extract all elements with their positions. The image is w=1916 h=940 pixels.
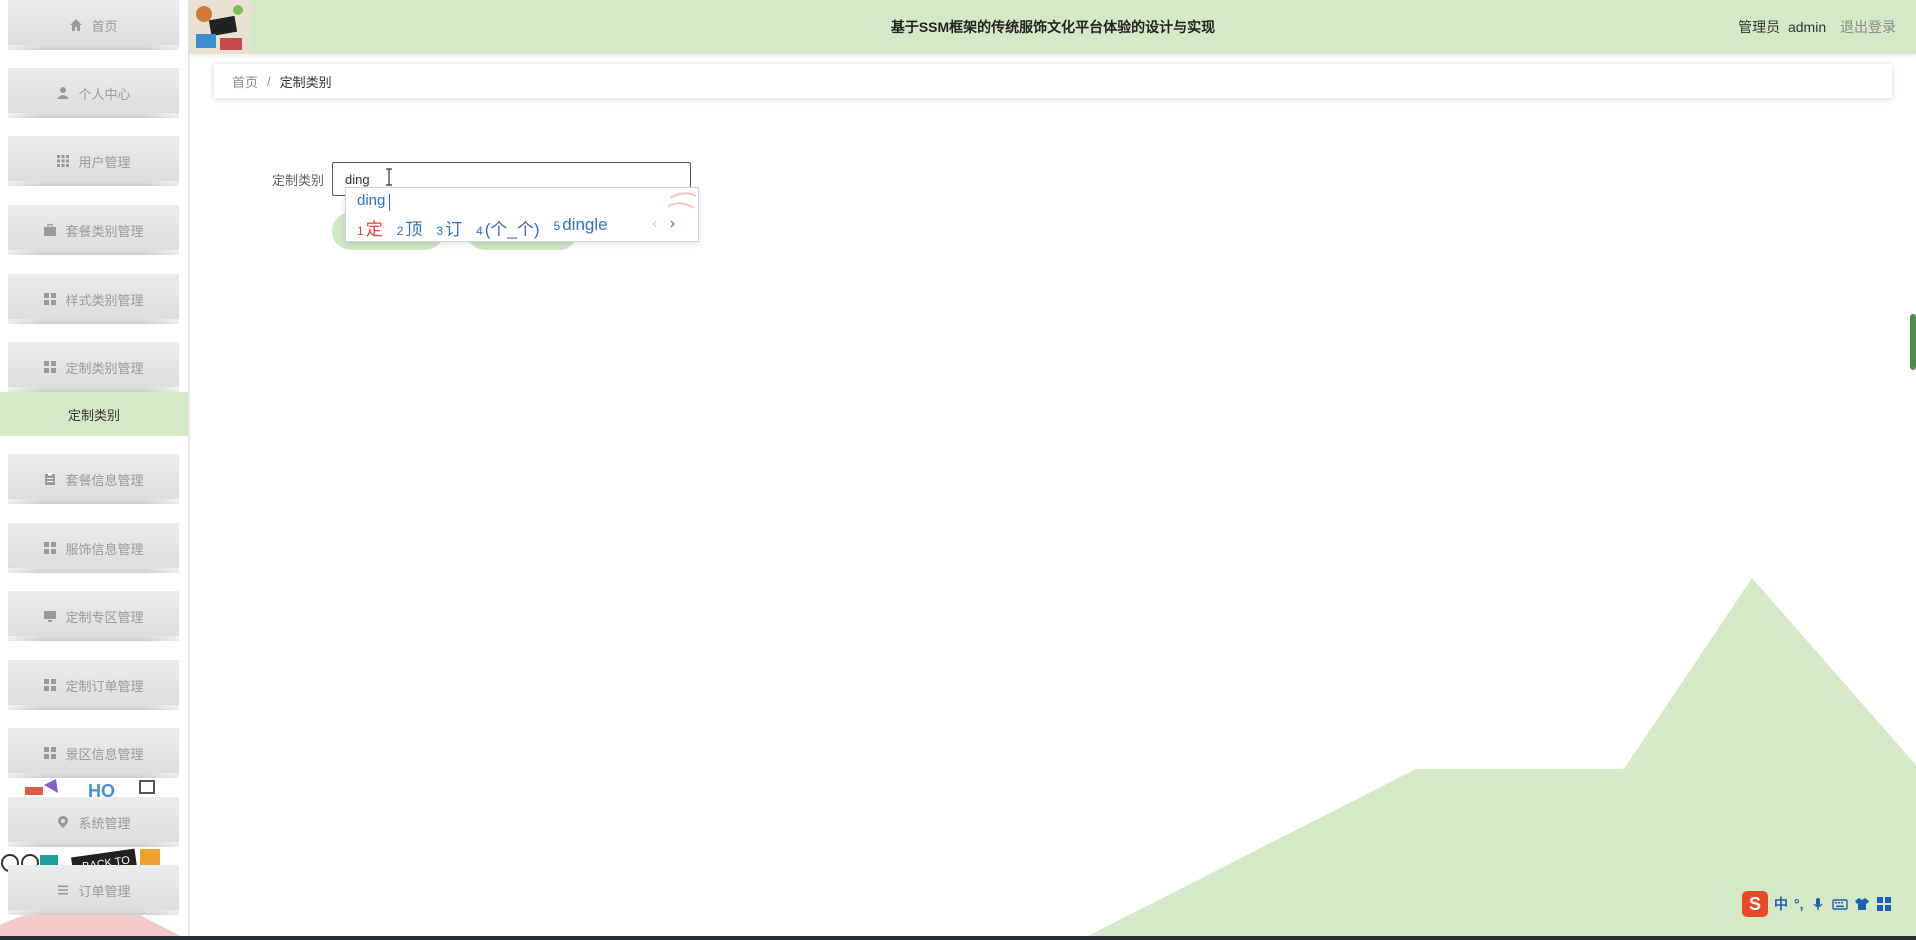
sidebar-item-custom-zone[interactable]: 定制专区管理 <box>8 591 179 642</box>
ime-punctuation-toggle[interactable]: °, <box>1794 896 1804 912</box>
ime-mode-toggle[interactable]: 中 <box>1774 894 1788 914</box>
apps-icon <box>43 292 57 306</box>
ime-candidate[interactable]: 1定 <box>357 215 383 240</box>
sidebar: HO BACK TO 首页 个人中心 用户管理 套餐类别管理 样式类别管理 定制… <box>0 0 190 940</box>
briefcase-icon <box>43 223 57 237</box>
list-icon <box>56 883 70 897</box>
submenu-item-label: 定制类别 <box>67 407 120 423</box>
skin-shirt-icon[interactable] <box>1854 896 1870 912</box>
ime-status-bar: S 中 °, <box>1742 891 1898 917</box>
sidebar-item-system-management[interactable]: 系统管理 <box>8 797 179 848</box>
sidebar-item-label: 订单管理 <box>78 883 131 899</box>
grid-icon <box>56 154 70 168</box>
username: admin <box>1787 19 1827 35</box>
sidebar-item-label: 个人中心 <box>78 86 131 102</box>
location-icon <box>56 815 70 829</box>
sidebar-item-label: 定制专区管理 <box>65 609 144 625</box>
top-header: 基于SSM框架的传统服饰文化平台体验的设计与实现 管理员 admin 退出登录 <box>190 0 1916 54</box>
sidebar-item-custom-category[interactable]: 定制类别管理 <box>8 342 179 393</box>
keyboard-icon[interactable] <box>1831 896 1848 912</box>
user-icon <box>56 86 70 100</box>
sidebar-item-label: 套餐类别管理 <box>65 223 144 239</box>
bottom-edge-bar <box>0 936 1916 940</box>
home-icon <box>69 18 83 32</box>
ime-skin-decoration <box>667 192 697 209</box>
sidebar-item-label: 景区信息管理 <box>65 746 144 762</box>
clipboard-icon <box>43 472 57 486</box>
sidebar-item-clothing-info[interactable]: 服饰信息管理 <box>8 523 179 574</box>
sidebar-item-label: 系统管理 <box>78 815 131 831</box>
ime-candidate[interactable]: 3订 <box>436 215 462 240</box>
sidebar-item-label: 套餐信息管理 <box>65 472 144 488</box>
breadcrumb: 首页 / 定制类别 <box>214 64 1892 98</box>
custom-category-label: 定制类别 <box>271 173 324 188</box>
microphone-icon[interactable] <box>1810 896 1826 912</box>
sidebar-item-custom-order[interactable]: 定制订单管理 <box>8 660 179 711</box>
sidebar-item-style-category[interactable]: 样式类别管理 <box>8 274 179 325</box>
monitor-icon <box>43 609 57 623</box>
apps-icon <box>43 360 57 374</box>
sidebar-item-label: 定制类别管理 <box>65 360 144 376</box>
sidebar-item-label: 首页 <box>91 18 118 34</box>
ime-pinyin: ding <box>357 192 386 209</box>
user-role: 管理员 <box>1738 19 1781 35</box>
sidebar-item-package-info[interactable]: 套餐信息管理 <box>8 454 179 505</box>
ime-candidate[interactable]: 5 dingle <box>554 215 608 240</box>
sogou-logo-icon[interactable]: S <box>1742 891 1768 917</box>
logout-link[interactable]: 退出登录 <box>1840 19 1896 35</box>
breadcrumb-current: 定制类别 <box>279 74 332 90</box>
text-cursor-icon <box>386 168 392 186</box>
breadcrumb-home[interactable]: 首页 <box>232 72 258 91</box>
ime-candidate-popup: ding 1定 2顶 3订 4 (个_个) 5 dingle ‹ › <box>345 187 699 242</box>
user-area: 管理员 admin 退出登录 <box>1738 0 1896 54</box>
apps-icon <box>43 746 57 760</box>
sidebar-item-package-category[interactable]: 套餐类别管理 <box>8 205 179 256</box>
ime-candidate[interactable]: 2顶 <box>397 215 423 240</box>
sidebar-item-label: 服饰信息管理 <box>65 541 144 557</box>
ime-candidate[interactable]: 4 (个_个) <box>476 215 539 240</box>
ime-prev-page-button[interactable]: ‹ <box>652 215 657 232</box>
sidebar-item-home[interactable]: 首页 <box>8 0 179 51</box>
apps-icon <box>43 678 57 692</box>
ime-candidate-list: 1定 2顶 3订 4 (个_个) 5 dingle <box>357 215 622 240</box>
sidebar-item-user-management[interactable]: 用户管理 <box>8 136 179 187</box>
sidebar-item-order-management[interactable]: 订单管理 <box>8 865 179 916</box>
sidebar-item-label: 样式类别管理 <box>65 292 144 308</box>
breadcrumb-separator: / <box>267 73 271 89</box>
sidebar-item-label: 用户管理 <box>78 154 131 170</box>
sidebar-item-personal-center[interactable]: 个人中心 <box>8 68 179 119</box>
app-title: 基于SSM框架的传统服饰文化平台体验的设计与实现 <box>890 19 1216 35</box>
background-mountain-decoration <box>1080 578 1916 940</box>
apps-icon <box>43 541 57 555</box>
submenu-item-custom-category[interactable]: 定制类别 <box>0 392 188 436</box>
sidebar-item-label: 定制订单管理 <box>65 678 144 694</box>
scrollbar-thumb[interactable] <box>1910 314 1916 370</box>
ime-caret <box>389 194 390 211</box>
toolbox-grid-icon[interactable] <box>1876 896 1892 912</box>
sidebar-item-scenic-info[interactable]: 景区信息管理 <box>8 728 179 779</box>
